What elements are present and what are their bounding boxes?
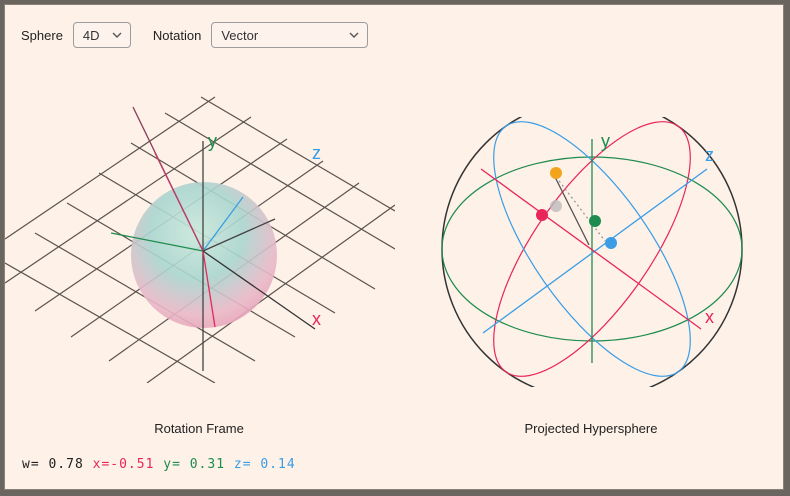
point-z[interactable] bbox=[605, 237, 617, 249]
point-ghost bbox=[550, 200, 562, 212]
toolbar: Sphere 4D Notation Vector bbox=[21, 21, 369, 49]
point-y[interactable] bbox=[589, 215, 601, 227]
sphere-select-value: 4D bbox=[82, 27, 100, 43]
y-value: 0.31 bbox=[189, 457, 226, 472]
right-axis-y-label: y bbox=[601, 131, 610, 151]
right-axis-x-label: x bbox=[705, 307, 714, 327]
x-value: -0.51 bbox=[110, 457, 155, 472]
app-frame: Sphere 4D Notation Vector y z x y z x Ro… bbox=[4, 4, 784, 490]
left-axis-z-label: z bbox=[312, 143, 321, 163]
y-label: y= bbox=[163, 457, 181, 472]
point-w[interactable] bbox=[550, 167, 562, 179]
notation-select-value: Vector bbox=[221, 27, 259, 43]
sphere-select[interactable]: 4D bbox=[72, 22, 131, 48]
left-axis-x-label: x bbox=[312, 309, 321, 329]
hypersphere-axes bbox=[480, 139, 708, 363]
z-label: z= bbox=[233, 457, 252, 472]
notation-select[interactable]: Vector bbox=[211, 22, 369, 48]
rotation-frame-caption: Rotation Frame bbox=[154, 421, 244, 436]
w-label: w= bbox=[22, 457, 40, 472]
z-value: 0.14 bbox=[260, 457, 296, 472]
notation-label: Notation bbox=[152, 27, 202, 43]
right-axis-z-label: z bbox=[705, 145, 714, 165]
projected-hypersphere-view[interactable]: y z x bbox=[439, 117, 745, 387]
sphere-label: Sphere bbox=[21, 27, 63, 43]
rotation-frame-view[interactable]: y z x bbox=[5, 93, 395, 383]
projected-hypersphere-caption: Projected Hypersphere bbox=[524, 421, 658, 436]
quaternion-readout: w= 0.78 x=-0.51 y= 0.31 z= 0.14 bbox=[22, 457, 296, 472]
x-label: x= bbox=[92, 457, 111, 472]
chevron-down-icon bbox=[349, 32, 359, 38]
chevron-down-icon bbox=[112, 32, 122, 38]
left-axis-y-label: y bbox=[208, 131, 217, 151]
w-value: 0.78 bbox=[48, 457, 84, 472]
point-x[interactable] bbox=[536, 209, 548, 221]
